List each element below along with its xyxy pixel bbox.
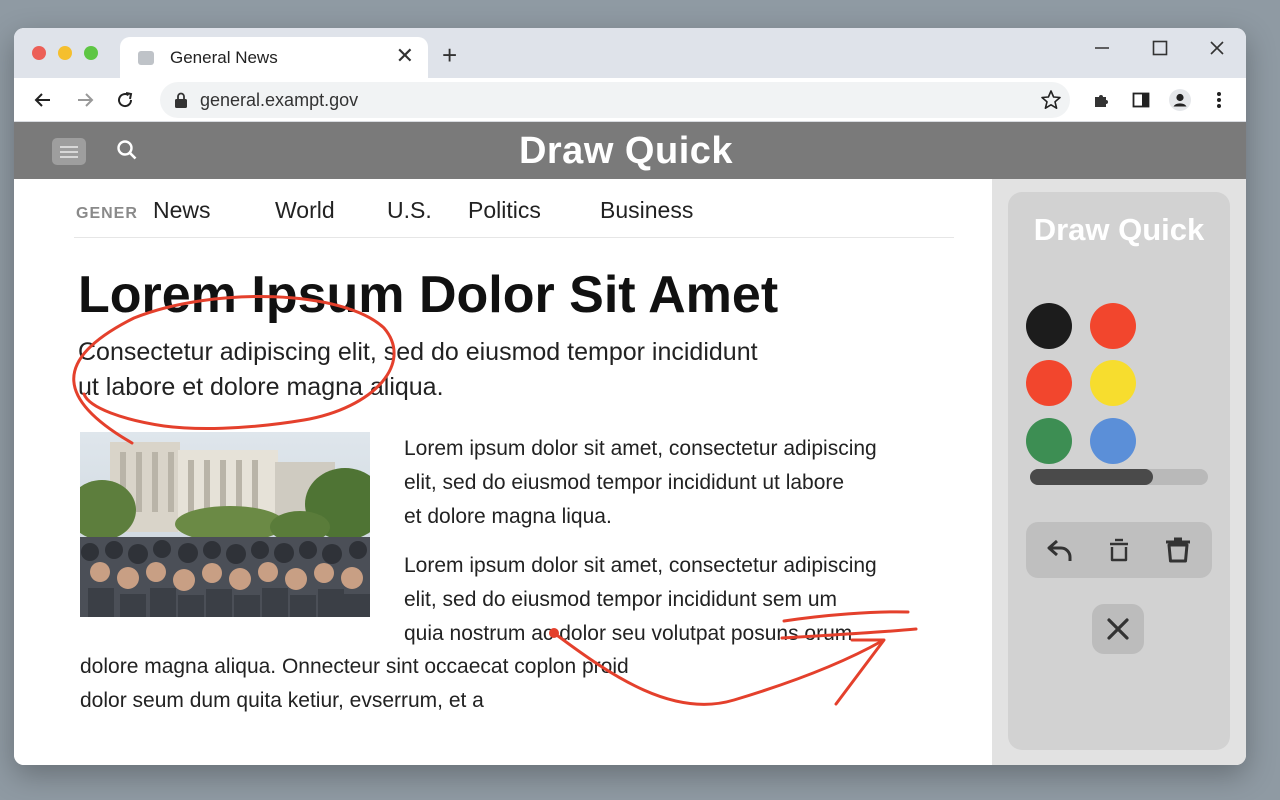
close-tab-icon[interactable]: ✕ — [396, 45, 414, 67]
article-photo — [80, 432, 370, 617]
reload-icon[interactable] — [112, 78, 138, 122]
color-swatch-orange-red[interactable] — [1026, 360, 1072, 406]
side-panel-icon[interactable] — [1129, 78, 1153, 122]
nav-news[interactable]: News — [153, 197, 211, 224]
delete-icon[interactable] — [1155, 522, 1201, 578]
back-arrow-icon[interactable] — [30, 78, 56, 122]
more-menu-icon[interactable] — [1210, 78, 1228, 122]
text-line: Lorem ipsum dolor sit amet, consectetur … — [404, 437, 877, 460]
text-line: quia nostrum ac dolor seu volutpat posun… — [404, 622, 853, 645]
text-line: dolor seum dum quita ketiur, evserrum, e… — [80, 689, 484, 712]
article-area: GENER News World U.S. Politics Business … — [14, 179, 992, 765]
paragraph-2: Lorem ipsum dolor sit amet, consectetur … — [404, 549, 877, 651]
nav-world[interactable]: World — [275, 197, 335, 224]
nav-us[interactable]: U.S. — [387, 197, 432, 224]
bookmark-star-icon[interactable] — [1040, 89, 1062, 116]
nav-divider — [74, 237, 954, 238]
color-swatch-green[interactable] — [1026, 418, 1072, 464]
minimize-window-dot[interactable] — [58, 46, 72, 60]
clear-icon[interactable] — [1096, 522, 1142, 578]
article-subhead: Consectetur adipiscing elit, sed do eius… — [78, 335, 858, 405]
text-line: et dolore magna liqua. — [404, 505, 612, 528]
lock-icon — [174, 92, 188, 113]
brush-size-fill — [1030, 469, 1153, 485]
new-tab-icon[interactable]: + — [442, 42, 457, 68]
profile-avatar-icon[interactable] — [1166, 78, 1194, 122]
browser-window: General News ✕ + general.exampt.gov Draw… — [14, 28, 1246, 765]
tab-general-news[interactable]: General News ✕ — [120, 37, 428, 78]
color-swatch-black[interactable] — [1026, 303, 1072, 349]
minimize-icon[interactable] — [1092, 38, 1112, 64]
close-panel-button[interactable] — [1092, 604, 1144, 654]
folder-icon — [138, 51, 154, 65]
paragraph-1: Lorem ipsum dolor sit amet, consectetur … — [404, 432, 877, 534]
browser-toolbar: general.exampt.gov — [14, 78, 1246, 122]
tab-strip: General News ✕ + — [14, 28, 1246, 78]
subhead-line: Consectetur adipiscing elit, sed do eius… — [78, 338, 758, 366]
extensions-puzzle-icon[interactable] — [1090, 78, 1114, 122]
draw-quick-panel: Draw Quick — [1008, 192, 1230, 750]
close-icon[interactable] — [1207, 38, 1227, 64]
subhead-line: ut labore et dolore magna aliqua. — [78, 373, 444, 401]
site-brand[interactable]: GENER — [76, 205, 138, 223]
text-line: elit, sed do eiusmod tempor incididunt s… — [404, 588, 838, 611]
nav-business[interactable]: Business — [600, 197, 693, 224]
site-title: Draw Quick — [518, 130, 734, 172]
color-swatch-yellow[interactable] — [1090, 360, 1136, 406]
site-header: Draw Quick — [14, 122, 1246, 179]
url-text: general.exampt.gov — [200, 90, 359, 110]
nav-politics[interactable]: Politics — [468, 197, 541, 224]
maximize-icon[interactable] — [1150, 38, 1170, 64]
text-line: Lorem ipsum dolor sit amet, consectetur … — [404, 554, 877, 577]
panel-title: Draw Quick — [1033, 212, 1205, 247]
close-icon — [1107, 618, 1129, 640]
zoom-window-dot[interactable] — [84, 46, 98, 60]
forward-arrow-icon[interactable] — [72, 78, 98, 122]
color-swatch-red[interactable] — [1090, 303, 1136, 349]
paragraph-3: dolore magna aliqua. Onnecteur sint occa… — [80, 650, 629, 718]
text-line: dolore magna aliqua. Onnecteur sint occa… — [80, 655, 629, 678]
action-toolbar — [1026, 522, 1212, 578]
article-headline: Lorem Ipsum Dolor Sit Amet — [78, 266, 779, 324]
brush-size-slider[interactable] — [1030, 469, 1208, 485]
close-window-dot[interactable] — [32, 46, 46, 60]
text-line: elit, sed do eiusmod tempor incididunt u… — [404, 471, 845, 494]
address-bar[interactable]: general.exampt.gov — [160, 82, 1070, 118]
tab-title: General News — [170, 48, 278, 67]
color-swatch-blue[interactable] — [1090, 418, 1136, 464]
undo-icon[interactable] — [1037, 522, 1083, 578]
